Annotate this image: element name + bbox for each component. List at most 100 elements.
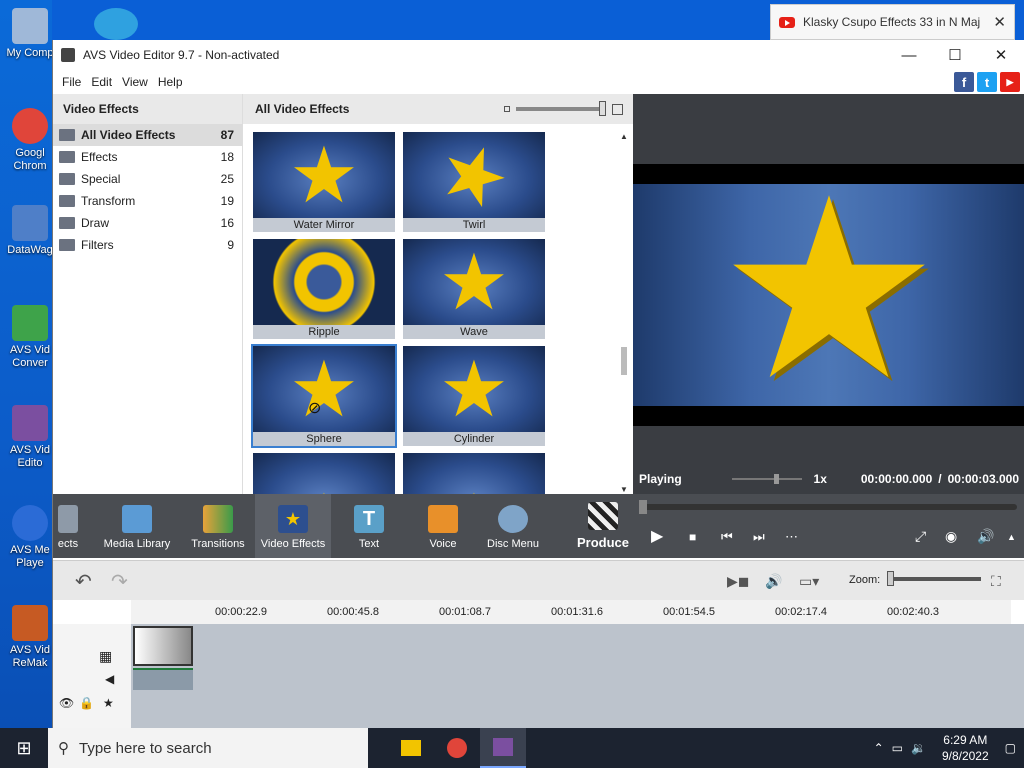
chrome-taskbar-icon[interactable] — [434, 728, 480, 768]
volume-icon[interactable]: 🔊 — [977, 528, 994, 545]
display-mode-icon[interactable]: ▭▾ — [799, 573, 819, 590]
clock-date: 9/8/2022 — [941, 749, 989, 763]
category-draw[interactable]: Draw 16 — [53, 212, 242, 234]
menu-edit[interactable]: Edit — [86, 75, 117, 89]
next-frame-button[interactable]: ⏭ — [753, 529, 765, 545]
maximize-button[interactable]: ☐ — [932, 40, 978, 70]
toolbar-disc-menu[interactable]: Disc Menu — [481, 494, 545, 558]
video-preview[interactable]: ★ — [633, 164, 1024, 426]
clock[interactable]: 6:29 AM 9/8/2022 — [934, 732, 997, 764]
zoom-slider[interactable] — [889, 577, 981, 581]
volume-tray-icon[interactable]: 🔉 — [911, 741, 926, 755]
effects-scrollbar[interactable]: ▲ ▼ — [619, 132, 629, 494]
preview-panel: ★ Playing 1x 00:00:00.000 / 00:00:03.000 — [633, 94, 1024, 494]
menu-file[interactable]: File — [57, 75, 86, 89]
fit-timeline-icon[interactable]: ⛶ — [991, 573, 1001, 590]
desktop-icon-chrome[interactable]: Googl Chrom — [0, 108, 60, 173]
audio-settings-icon[interactable]: 🔊 — [765, 573, 782, 590]
scroll-thumb[interactable] — [621, 347, 627, 375]
star-thumbnail-icon: ★ — [439, 483, 509, 494]
notification-center-icon[interactable]: ▢ — [1005, 741, 1016, 755]
effect-tile-partial[interactable]: ★ — [403, 453, 545, 494]
twitter-icon[interactable]: t — [977, 72, 997, 92]
redo-icon[interactable]: ↷ — [111, 569, 128, 594]
split-button[interactable]: ⋯ — [785, 529, 798, 545]
seek-bar[interactable] — [639, 500, 1017, 514]
toolbar-produce[interactable]: Produce — [571, 494, 635, 558]
volume-arrow-icon[interactable]: ▲ — [1007, 532, 1016, 542]
toolbar-text[interactable]: T Text — [337, 494, 401, 558]
folder-icon — [59, 195, 75, 207]
desktop-icon-my-computer[interactable]: My Comp — [0, 8, 60, 60]
effect-tile-partial[interactable]: ★ — [253, 453, 395, 494]
chevron-up-icon[interactable]: ⌃ — [874, 741, 884, 755]
desktop-icon-datawag[interactable]: DataWag — [0, 205, 60, 257]
effect-tile-twirl[interactable]: ★ Twirl — [403, 132, 545, 232]
recycle-bin-icon[interactable] — [94, 8, 138, 40]
scroll-down-icon[interactable]: ▼ — [619, 485, 629, 494]
desktop-icon-label: Googl Chrom — [13, 147, 47, 172]
windows-start-icon[interactable]: ⊞ — [0, 728, 48, 768]
undo-icon[interactable]: ↶ — [75, 569, 92, 594]
network-icon[interactable]: ▭ — [892, 741, 903, 755]
zoom-handle[interactable] — [887, 571, 894, 586]
category-all-video-effects[interactable]: All Video Effects 87 — [53, 124, 242, 146]
thumbnail-size-slider[interactable] — [504, 101, 623, 116]
transitions-icon — [203, 505, 233, 533]
avs-editor-taskbar-icon[interactable] — [480, 728, 526, 768]
play-button[interactable]: ▶ — [651, 526, 663, 546]
effect-tile-ripple[interactable]: Ripple — [253, 239, 395, 339]
desktop-icon-avs-converter[interactable]: AVS Vid Conver — [0, 305, 60, 370]
toolbar-video-effects[interactable]: ★ Video Effects — [255, 494, 331, 558]
youtube-icon[interactable]: ▶ — [1000, 72, 1020, 92]
desktop-icon-avs-remaker[interactable]: AVS Vid ReMak — [0, 605, 60, 670]
scroll-up-icon[interactable]: ▲ — [619, 132, 629, 141]
effect-tile-water-mirror[interactable]: ★ Water Mirror — [253, 132, 395, 232]
audio-clip[interactable] — [133, 668, 193, 690]
toolbar-effects-partial[interactable]: ects — [53, 494, 83, 558]
file-explorer-icon[interactable] — [388, 728, 434, 768]
disc-icon — [498, 505, 528, 533]
timeline-ruler[interactable]: 00:00:22.9 00:00:45.8 00:01:08.7 00:01:3… — [131, 600, 1011, 624]
toolbar-media-library[interactable]: Media Library — [99, 494, 175, 558]
desktop-icon-label: AVS Me Playe — [10, 544, 50, 569]
speed-slider[interactable] — [731, 474, 802, 484]
desktop-icon-avs-editor[interactable]: AVS Vid Edito — [0, 405, 60, 470]
slider-handle[interactable] — [599, 101, 606, 116]
category-special[interactable]: Special 25 — [53, 168, 242, 190]
menu-view[interactable]: View — [117, 75, 153, 89]
effect-tile-wave[interactable]: ★ Wave — [403, 239, 545, 339]
lock-icon[interactable]: 🔒 — [79, 696, 94, 710]
notification-close-button[interactable]: ✕ — [993, 13, 1006, 31]
category-filters[interactable]: Filters 9 — [53, 234, 242, 256]
snapshot-icon[interactable]: ◉ — [945, 528, 957, 545]
effect-tile-cylinder[interactable]: ★ Cylinder — [403, 346, 545, 446]
video-clip[interactable] — [133, 626, 193, 666]
taskbar-search[interactable]: ⚲ Type here to search — [48, 728, 368, 768]
star-thumbnail-icon: ★ — [426, 132, 522, 218]
timeline-tracks[interactable]: ▦ ◀ 👁 🔒 ★ — [53, 624, 1024, 728]
toolbar-label: Transitions — [191, 538, 245, 550]
seek-handle[interactable] — [639, 500, 647, 514]
desktop-icon-avs-player[interactable]: AVS Me Playe — [0, 505, 60, 570]
toolbar-transitions[interactable]: Transitions — [181, 494, 255, 558]
film-icon — [122, 505, 152, 533]
close-button[interactable]: ✕ — [978, 40, 1024, 70]
effect-tile-sphere[interactable]: ★ ⊘ Sphere — [251, 344, 397, 448]
previous-frame-button[interactable]: ⏮ — [721, 529, 733, 545]
facebook-icon[interactable]: f — [954, 72, 974, 92]
toolbar-voice[interactable]: Voice — [411, 494, 475, 558]
category-effects[interactable]: Effects 18 — [53, 146, 242, 168]
category-transform[interactable]: Transform 19 — [53, 190, 242, 212]
split-clip-icon[interactable]: ▶◼ — [727, 573, 749, 590]
category-label: Filters — [81, 238, 114, 252]
desktop-icon-label: AVS Vid Edito — [10, 444, 50, 469]
fullscreen-icon[interactable]: ⤢ — [915, 528, 926, 545]
menu-help[interactable]: Help — [153, 75, 188, 89]
folder-icon — [59, 217, 75, 229]
minimize-button[interactable]: — — [886, 40, 932, 70]
stop-button[interactable]: ■ — [689, 530, 696, 544]
effects-category-panel: Video Effects All Video Effects 87 Effect… — [53, 94, 243, 494]
notification-toast[interactable]: Klasky Csupo Effects 33 in N Maj ✕ — [770, 4, 1015, 40]
visibility-icon[interactable]: 👁 — [59, 696, 74, 710]
